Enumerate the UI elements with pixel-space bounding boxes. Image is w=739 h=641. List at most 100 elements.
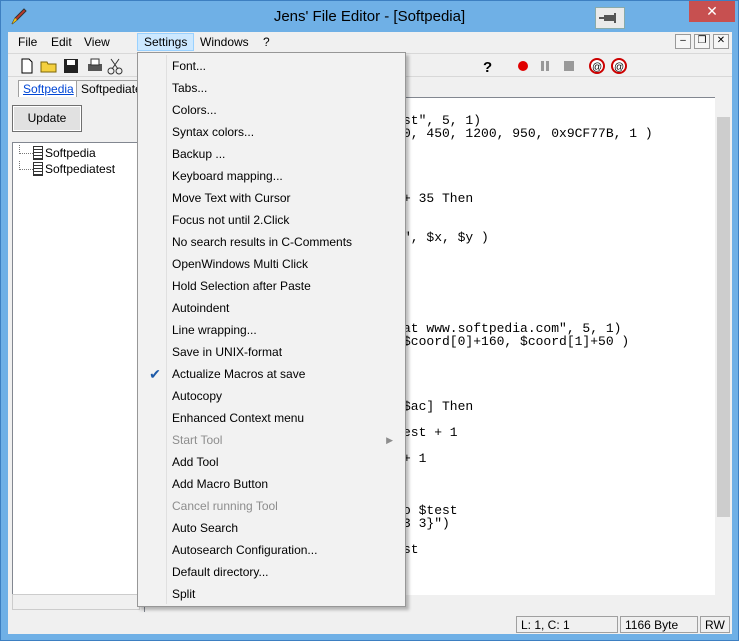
cursor-position: L: 1, C: 1 [516,616,618,633]
document-icon [33,162,43,176]
title-bar[interactable]: Jens' File Editor - [Softpedia] ✕ [1,1,738,32]
mdi-restore-button[interactable]: ❐ [694,34,710,49]
menu-item-focus-not-until-2-click[interactable]: Focus not until 2.Click [140,209,403,231]
pause-icon[interactable] [536,57,554,75]
menu-item-label: No search results in C-Comments [172,235,353,249]
menu-bar: File Edit View Settings Windows ? – ❐ ✕ [8,32,732,52]
menu-item-syntax-colors[interactable]: Syntax colors... [140,121,403,143]
menu-settings[interactable]: Settings [137,33,195,51]
menu-item-split[interactable]: Split [140,583,403,605]
submenu-arrow-icon: ▶ [386,435,393,445]
menu-item-label: Colors... [172,103,217,117]
menu-item-line-wrapping[interactable]: Line wrapping... [140,319,403,341]
record-macro-icon[interactable] [514,57,532,75]
save-icon[interactable] [62,57,80,75]
editor-vertical-scrollbar[interactable] [715,97,732,612]
play-macro-icon[interactable]: @ [588,57,606,75]
svg-text:@: @ [592,62,602,73]
menu-item-move-text-with-cursor[interactable]: Move Text with Cursor [140,187,403,209]
tree-item-softpediatest[interactable]: Softpediatest [19,161,115,177]
menu-item-keyboard-mapping[interactable]: Keyboard mapping... [140,165,403,187]
cut-icon[interactable] [106,57,124,75]
code-line: est + 1 [403,425,458,440]
code-line: 0, 450, 1200, 950, 0x9CF77B, 1 ) [403,126,653,141]
code-line: + 1 [403,451,427,466]
menu-edit[interactable]: Edit [45,33,78,51]
code-line: + 35 Then [403,191,474,206]
menu-item-autocopy[interactable]: Autocopy [140,385,403,407]
menu-item-label: Save in UNIX-format [172,345,283,359]
help-icon[interactable]: ? [478,57,496,75]
menu-item-label: Hold Selection after Paste [172,279,311,293]
app-window: Jens' File Editor - [Softpedia] ✕ File E… [0,0,739,641]
menu-item-label: Add Tool [172,455,219,469]
menu-item-default-directory[interactable]: Default directory... [140,561,403,583]
menu-item-start-tool: Start Tool ▶ [140,429,403,451]
mdi-minimize-button[interactable]: – [675,34,691,49]
menu-item-save-in-unix-format[interactable]: Save in UNIX-format [140,341,403,363]
menu-item-openwindows-multi-click[interactable]: OpenWindows Multi Click [140,253,403,275]
svg-text:?: ? [483,59,492,75]
menu-item-tabs[interactable]: Tabs... [140,77,403,99]
menu-item-label: Actualize Macros at save [172,367,306,381]
menu-item-label: Focus not until 2.Click [172,213,290,227]
menu-item-label: Move Text with Cursor [172,191,291,205]
menu-item-font[interactable]: Font... [140,55,403,77]
menu-item-label: Autosearch Configuration... [172,543,318,557]
menu-item-label: Line wrapping... [172,323,257,337]
open-folder-icon[interactable] [40,57,58,75]
menu-item-label: Add Macro Button [172,477,269,491]
rewind-macro-icon[interactable]: @ [610,57,628,75]
new-file-icon[interactable] [18,57,36,75]
menu-item-add-macro-button[interactable]: Add Macro Button [140,473,403,495]
menu-item-label: Autoindent [172,301,230,315]
menu-item-autosearch-configuration[interactable]: Autosearch Configuration... [140,539,403,561]
menu-item-cancel-running-tool: Cancel running Tool [140,495,403,517]
menu-item-enhanced-context-menu[interactable]: Enhanced Context menu [140,407,403,429]
menu-item-label: Enhanced Context menu [172,411,305,425]
menu-windows[interactable]: Windows [194,33,255,51]
pin-button[interactable] [595,7,625,29]
print-icon[interactable] [86,57,104,75]
tree-horizontal-scrollbar[interactable] [12,594,140,610]
status-bar: L: 1, C: 1 1166 Byte RW [8,614,732,634]
checkmark-icon: ✔ [149,366,161,382]
menu-item-label: Auto Search [172,521,239,535]
menu-help[interactable]: ? [257,33,276,51]
update-button[interactable]: Update [12,105,82,132]
window-title: Jens' File Editor - [Softpedia] [273,8,466,25]
tab-softpedia[interactable]: Softpedia [18,80,79,97]
menu-item-backup[interactable]: Backup ... [140,143,403,165]
menu-item-autoindent[interactable]: Autoindent [140,297,403,319]
menu-item-label: Cancel running Tool [172,499,278,513]
menu-item-label: Default directory... [172,565,269,579]
menu-item-auto-search[interactable]: Auto Search [140,517,403,539]
code-line: ", $x, $y ) [403,230,489,245]
code-line: $coord[0]+160, $coord[1]+50 ) [403,334,630,349]
menu-view[interactable]: View [78,33,116,51]
svg-text:@: @ [614,62,624,73]
menu-item-colors[interactable]: Colors... [140,99,403,121]
stop-icon[interactable] [560,57,578,75]
menu-file[interactable]: File [12,33,43,51]
code-line: $ac] Then [403,399,474,414]
menu-item-actualize-macros-at-save[interactable]: ✔ Actualize Macros at save [140,363,403,385]
menu-item-label: Autocopy [172,389,223,403]
menu-item-label: Split [172,587,196,601]
menu-item-hold-selection-after-paste[interactable]: Hold Selection after Paste [140,275,403,297]
settings-dropdown-menu: Font... Tabs... Colors... Syntax colors... B… [137,52,406,607]
menu-item-label: Syntax colors... [172,125,255,139]
menu-item-label: Keyboard mapping... [172,169,283,183]
menu-item-add-tool[interactable]: Add Tool [140,451,403,473]
mdi-close-button[interactable]: ✕ [713,34,729,49]
file-tree[interactable]: Softpedia Softpediatest [12,142,140,610]
edit-mode: RW [700,616,730,633]
menu-item-label: Font... [172,59,207,73]
code-line: 3 3}") [403,516,450,531]
menu-item-label: Start Tool [172,433,223,447]
close-button[interactable]: ✕ [689,1,735,22]
menu-item-no-search-results-in-c-comments[interactable]: No search results in C-Comments [140,231,403,253]
tree-item-softpedia[interactable]: Softpedia [19,145,96,161]
scroll-thumb[interactable] [717,117,730,517]
document-icon [33,146,43,160]
